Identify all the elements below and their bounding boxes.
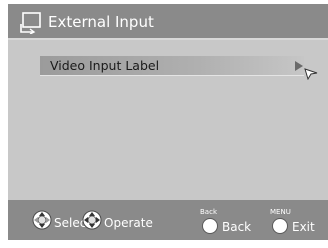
bottom-border: [8, 240, 328, 244]
external-input-icon: [20, 12, 41, 34]
osd-screen: External Input Video Input Label Select: [0, 0, 328, 248]
pointer-cursor-icon: [304, 68, 318, 80]
title-bar: External Input: [8, 4, 328, 40]
menu-panel: Video Input Label: [8, 40, 328, 200]
round-button-icon: [202, 218, 218, 234]
operate-label: Operate: [104, 216, 153, 230]
footer-bar: Select Operate Back Back MENU Exit: [8, 200, 328, 240]
menu-item-label: Video Input Label: [50, 58, 160, 73]
dpad-4way-icon: [82, 210, 102, 230]
dpad-updown-icon: [32, 210, 52, 230]
exit-label: Exit: [292, 220, 315, 234]
page-title: External Input: [48, 13, 154, 31]
back-key-label: Back: [200, 208, 217, 216]
round-button-icon: [272, 218, 288, 234]
menu-key-label: MENU: [270, 208, 291, 216]
arrow-right-icon: [295, 61, 303, 71]
menu-item-video-input-label[interactable]: Video Input Label: [40, 56, 318, 80]
back-label: Back: [222, 220, 252, 234]
